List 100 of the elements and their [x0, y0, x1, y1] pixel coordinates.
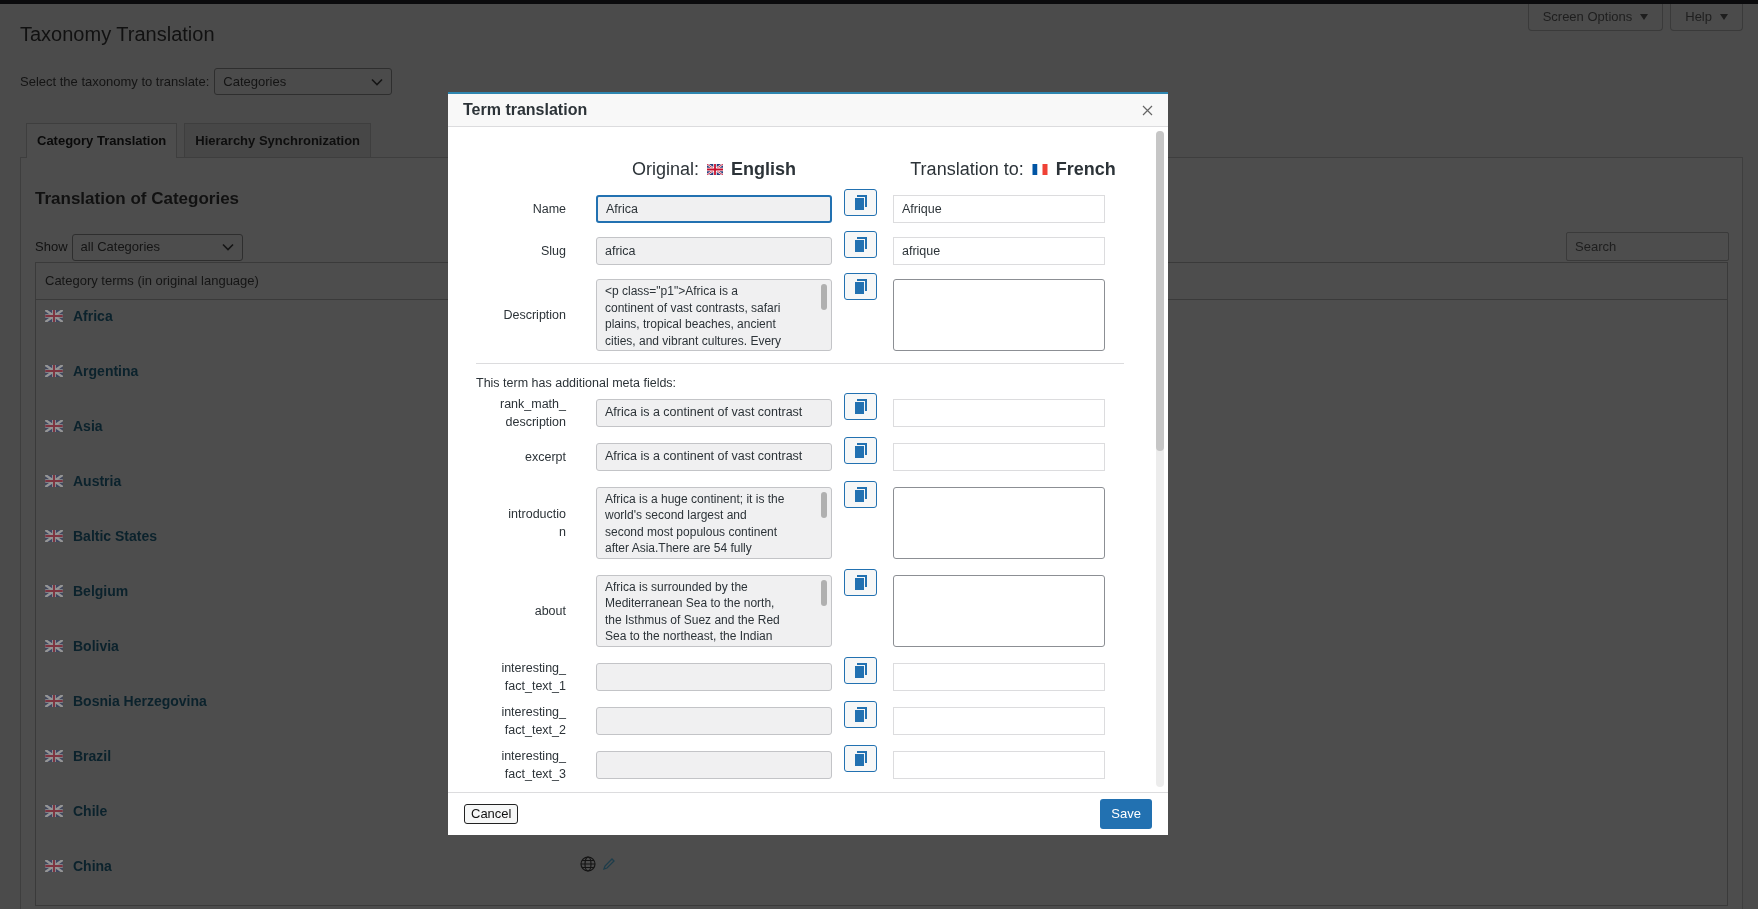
scrollbar-thumb[interactable]: [1156, 131, 1164, 451]
original-textarea[interactable]: Africa is a huge continent; it is the world's second largest and second most populous continent after Asia.There are 54 fully: [596, 486, 832, 559]
term-link[interactable]: Brazil: [73, 745, 112, 767]
translation-field[interactable]: afrique: [893, 237, 1105, 265]
translation-field[interactable]: [893, 706, 1105, 735]
flag-icon: [45, 365, 63, 377]
copy-icon: [853, 195, 868, 210]
original-language: English: [731, 157, 796, 181]
copy-icon: [853, 662, 868, 678]
field-label: Description: [503, 307, 566, 324]
flag-icon: [1031, 163, 1048, 175]
scrollbar-thumb[interactable]: [821, 491, 827, 518]
term-link[interactable]: Bosnia Herzegovina: [73, 690, 207, 712]
filter-select[interactable]: all Categories: [71, 233, 243, 261]
flag-icon: [45, 640, 63, 652]
flag-icon: [45, 310, 63, 322]
save-button[interactable]: Save: [1100, 799, 1152, 829]
original-textarea[interactable]: <p class="p1">Africa is a continent of vast contrasts, safari plains, tropical beaches, ancient cities, and vibrant cultures. Every: [596, 279, 832, 351]
globe-icon[interactable]: [580, 855, 596, 872]
field-label: introductio n: [508, 505, 566, 541]
caret-icon: [1720, 14, 1728, 20]
flag-icon: [45, 695, 63, 707]
flag-icon: [45, 530, 63, 542]
field-label: interesting_ fact_text_1: [501, 659, 566, 695]
tab[interactable]: Hierarchy Synchronization: [184, 123, 372, 157]
flag-icon: [707, 163, 723, 175]
translation-field[interactable]: [893, 750, 1105, 779]
copy-icon: [853, 398, 868, 414]
copy-button[interactable]: [844, 436, 877, 464]
scrollbar-thumb[interactable]: [821, 284, 827, 310]
copy-button[interactable]: [844, 480, 877, 508]
copy-button[interactable]: [844, 744, 877, 772]
copy-icon: [853, 237, 868, 252]
textarea-text: Africa is a huge continent; it is the world's second largest and second most populous continent after Asia.There are 54 fully: [605, 490, 786, 557]
term-link[interactable]: Belgium: [73, 580, 129, 602]
original-field[interactable]: Africa is a continent of vast contrast: [596, 398, 832, 427]
original-field[interactable]: [596, 662, 832, 691]
copy-button[interactable]: [844, 392, 877, 420]
close-icon[interactable]: [1142, 104, 1153, 116]
translation-textarea[interactable]: [893, 486, 1105, 559]
field-label: interesting_ fact_text_3: [501, 747, 566, 783]
show-label: Show: [35, 238, 68, 257]
field-label: about: [534, 602, 566, 620]
translation-field[interactable]: [893, 662, 1105, 691]
original-field[interactable]: [596, 750, 832, 779]
term-link[interactable]: Chile: [73, 800, 108, 822]
original-field[interactable]: africa: [596, 237, 832, 265]
copy-icon: [853, 706, 868, 722]
field-label: excerpt: [525, 448, 566, 466]
caret-icon: [1640, 14, 1649, 20]
original-field[interactable]: [596, 706, 832, 735]
copy-icon: [853, 486, 868, 502]
translation-language: French: [1055, 157, 1116, 181]
copy-button[interactable]: [844, 231, 877, 258]
flag-icon: [45, 475, 63, 487]
copy-button[interactable]: [844, 656, 877, 684]
field-label: Name: [532, 201, 566, 218]
flag-icon: [45, 750, 63, 762]
original-field[interactable]: Africa is a continent of vast contrast: [596, 442, 832, 471]
copy-icon: [853, 442, 868, 458]
translation-label: Translation to:: [910, 157, 1024, 181]
field-label: interesting_ fact_text_2: [501, 703, 566, 739]
flag-icon: [45, 805, 63, 817]
copy-icon: [853, 750, 868, 766]
flag-icon: [45, 860, 63, 872]
copy-button[interactable]: [844, 568, 877, 596]
page-title: Taxonomy Translation: [20, 22, 215, 47]
copy-icon: [853, 279, 868, 294]
copy-button[interactable]: [844, 273, 877, 300]
term-link[interactable]: Bolivia: [73, 635, 119, 657]
term-link[interactable]: Austria: [73, 470, 122, 492]
translation-field[interactable]: Afrique: [893, 195, 1105, 223]
term-link[interactable]: China: [73, 855, 112, 877]
term-link[interactable]: Africa: [73, 305, 113, 327]
field-label: rank_math_ description: [500, 395, 566, 431]
term-link[interactable]: Asia: [73, 415, 103, 437]
term-link[interactable]: Argentina: [73, 360, 139, 382]
cancel-button[interactable]: Cancel: [464, 804, 519, 824]
original-label: Original:: [631, 157, 699, 181]
chevron-down-icon: [371, 77, 384, 86]
translation-field[interactable]: [893, 398, 1105, 427]
translation-textarea[interactable]: [893, 574, 1105, 647]
section-title: Translation of Categories: [35, 188, 240, 210]
copy-button[interactable]: [844, 189, 877, 216]
flag-icon: [45, 420, 63, 432]
chevron-down-icon: [221, 243, 234, 251]
field-label: Slug: [540, 243, 566, 260]
term-link[interactable]: Baltic States: [73, 525, 158, 547]
copy-button[interactable]: [844, 700, 877, 728]
original-field[interactable]: Africa: [596, 195, 832, 223]
copy-icon: [853, 574, 868, 590]
original-textarea[interactable]: Africa is surrounded by the Mediterranean Sea to the north, the Isthmus of Suez and the Red Sea to the northeast, the Indian: [596, 574, 832, 647]
textarea-text: Africa is surrounded by the Mediterranean Sea to the north, the Isthmus of Suez and the Red Sea to the northeast, the Indian: [605, 578, 781, 645]
scrollbar-thumb[interactable]: [821, 579, 827, 606]
dialog-title: Term translation: [463, 100, 588, 120]
meta-note: This term has additional meta fields:: [476, 375, 678, 392]
tab[interactable]: Category Translation: [26, 123, 178, 158]
translation-textarea[interactable]: [893, 279, 1105, 351]
translation-field[interactable]: [893, 442, 1105, 471]
flag-icon: [45, 585, 63, 597]
